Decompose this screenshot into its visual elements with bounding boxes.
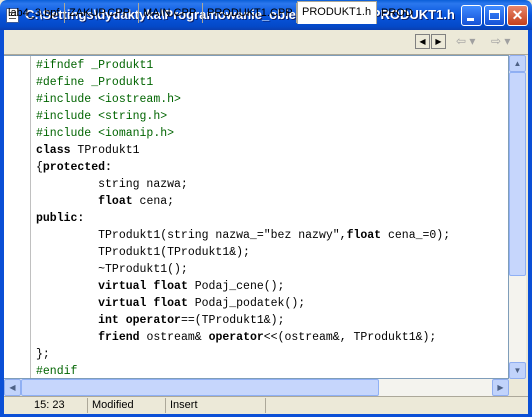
code-line[interactable]: TProdukt1(string nazwa_="bez nazwy",floa…	[36, 227, 450, 244]
code-line[interactable]: #ifndef _Produkt1	[36, 57, 450, 74]
scroll-up-icon[interactable]: ▲	[509, 55, 526, 72]
code-line[interactable]: TProdukt1(TProdukt1&);	[36, 244, 450, 261]
code-token: cena;	[132, 195, 175, 208]
code-token: TProdukt1(string nazwa_=	[36, 229, 264, 242]
tab-lab4-3-bpf[interactable]: lab4_3.bpf	[4, 3, 65, 23]
code-token: "bez nazwy"	[263, 229, 340, 242]
code-token: TProdukt1	[70, 144, 140, 157]
code-line[interactable]: virtual float Podaj_podatek();	[36, 295, 450, 312]
minimize-button[interactable]	[461, 5, 482, 26]
code-token: #include <iomanip.h>	[36, 127, 175, 140]
horizontal-scroll-thumb[interactable]	[21, 379, 379, 396]
code-token: string nazwa;	[36, 178, 188, 191]
code-token: cena_=0);	[381, 229, 451, 242]
vertical-scrollbar[interactable]: ▲ ▼	[509, 55, 526, 379]
code-token: #include <iostream.h>	[36, 93, 181, 106]
insert-mode-status: Insert	[166, 398, 266, 413]
code-line[interactable]: #include <string.h>	[36, 108, 450, 125]
tab-strip	[4, 30, 528, 55]
code-token: class	[36, 144, 71, 157]
vertical-scroll-thumb[interactable]	[509, 72, 526, 276]
scroll-down-icon[interactable]: ▼	[509, 362, 526, 379]
back-arrow-icon[interactable]: ⇦ ▾	[456, 34, 475, 48]
code-token: TProdukt1(TProdukt1&);	[36, 246, 250, 259]
code-token: virtual float	[98, 280, 188, 293]
code-text[interactable]: #ifndef _Produkt1 #define _Produkt1 #inclu…	[36, 57, 450, 380]
code-token: ~TProdukt1();	[36, 263, 188, 276]
scroll-right-icon[interactable]: ▶	[492, 379, 509, 396]
code-token: <<(ostream&, TProdukt1&);	[263, 331, 437, 344]
code-line[interactable]: #define _Produkt1	[36, 74, 450, 91]
tab-prod[interactable]: PROD	[377, 3, 415, 23]
code-token: Podaj_cene();	[187, 280, 285, 293]
code-token: Podaj_podatek();	[187, 297, 306, 310]
code-token: int operator	[98, 314, 181, 327]
code-token: float	[346, 229, 382, 242]
code-line[interactable]: public:	[36, 210, 450, 227]
code-line[interactable]: #include <iomanip.h>	[36, 125, 450, 142]
code-token: #endif	[36, 365, 78, 378]
code-line[interactable]: int operator==(TProdukt1&);	[36, 312, 450, 329]
status-bar: 15: 23 Modified Insert	[4, 396, 528, 414]
close-button[interactable]: ✕	[507, 5, 528, 26]
cursor-position: 15: 23	[4, 398, 88, 413]
code-token: };	[36, 348, 50, 361]
horizontal-scrollbar[interactable]: ◀ ▶	[4, 379, 509, 396]
code-line[interactable]: };	[36, 346, 450, 363]
scroll-left-icon[interactable]: ◀	[4, 379, 21, 396]
code-token: virtual float	[98, 297, 188, 310]
code-line[interactable]: string nazwa;	[36, 176, 450, 193]
code-token: float	[98, 195, 133, 208]
code-token: friend	[98, 331, 140, 344]
tab-scroll-right-button[interactable]: ▶	[431, 34, 446, 49]
close-icon: ✕	[511, 7, 524, 23]
code-line[interactable]: friend ostream& operator<<(ostream&, TPr…	[36, 329, 450, 346]
code-line[interactable]: ~TProdukt1();	[36, 261, 450, 278]
tab-zakup-cpp[interactable]: ZAKUP.CPP	[65, 3, 139, 23]
code-token: ostream&	[139, 331, 209, 344]
editor-gutter	[4, 56, 31, 378]
maximize-button[interactable]	[484, 5, 505, 26]
code-line[interactable]: class TProdukt1	[36, 142, 450, 159]
forward-arrow-icon[interactable]: ⇨ ▾	[491, 34, 510, 48]
tab-produkt1-cpp[interactable]: PRODUKT1.CPP	[203, 3, 297, 23]
code-token: #ifndef _Produkt1	[36, 59, 154, 72]
code-token: public:	[36, 212, 85, 225]
scrollbar-corner	[509, 379, 526, 396]
code-line[interactable]: float cena;	[36, 193, 450, 210]
modified-status: Modified	[88, 398, 166, 413]
tab-produkt1-h[interactable]: PRODUKT1.h	[297, 1, 377, 24]
code-line[interactable]: #include <iostream.h>	[36, 91, 450, 108]
tab-scroll-left-button[interactable]: ◀	[415, 34, 430, 49]
code-token: ==(TProdukt1&);	[180, 314, 285, 327]
tab-main-cpp[interactable]: MAIN.CPP	[139, 3, 203, 23]
code-token: protected:	[42, 161, 112, 174]
code-line[interactable]: virtual float Podaj_cene();	[36, 278, 450, 295]
code-token: {	[36, 161, 43, 174]
code-token: operator	[208, 331, 264, 344]
code-line[interactable]: #endif	[36, 363, 450, 380]
code-token: ,	[339, 229, 347, 242]
code-line[interactable]: {protected:	[36, 159, 450, 176]
code-token: #define _Produkt1	[36, 76, 154, 89]
code-token: #include <string.h>	[36, 110, 168, 123]
